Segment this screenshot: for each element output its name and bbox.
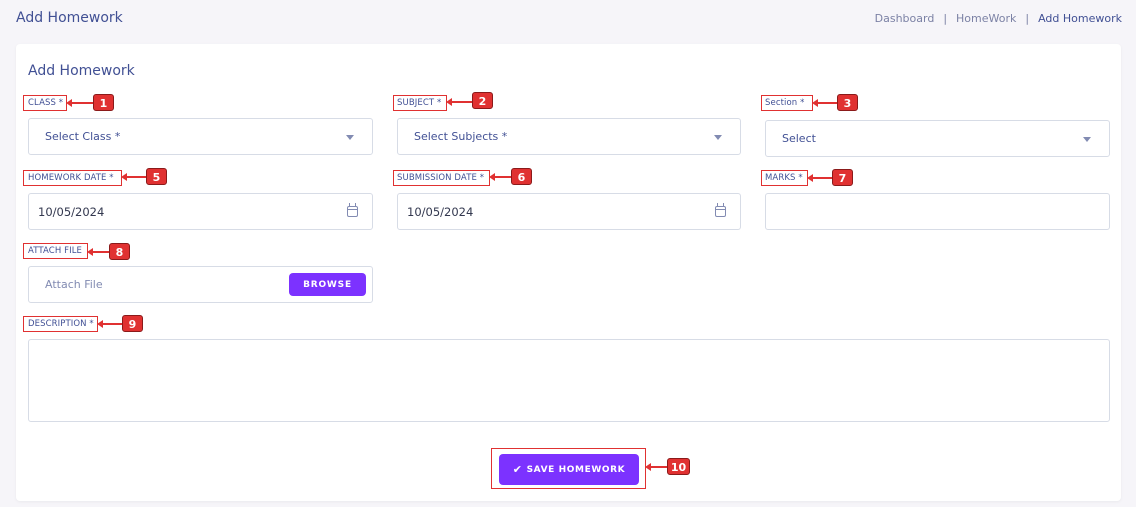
breadcrumb-dashboard[interactable]: Dashboard <box>875 12 935 25</box>
chevron-down-icon <box>714 134 722 140</box>
attach-file-input[interactable]: Attach File BROWSE <box>28 266 373 303</box>
homework-date-annotation-badge: 5 <box>146 168 167 185</box>
submission-date-label-highlight <box>393 170 490 186</box>
marks-label-highlight <box>761 170 808 186</box>
submission-date-value: 10/05/2024 <box>407 204 474 219</box>
calendar-icon[interactable] <box>347 202 358 217</box>
chevron-down-icon <box>346 134 354 140</box>
submission-date-annotation-arrow <box>489 173 512 181</box>
save-homework-label: SAVE HOMEWORK <box>526 464 626 475</box>
marks-annotation-arrow <box>807 174 832 182</box>
homework-date-annotation-arrow <box>121 173 146 181</box>
section-annotation-arrow <box>812 99 837 107</box>
save-homework-button[interactable]: ✔ SAVE HOMEWORK <box>499 454 639 485</box>
breadcrumb: Dashboard | HomeWork | Add Homework <box>875 12 1122 25</box>
class-select-value: Select Class * <box>45 130 121 143</box>
save-annotation-arrow <box>645 463 667 471</box>
breadcrumb-homework[interactable]: HomeWork <box>956 12 1016 25</box>
marks-annotation-badge: 7 <box>832 169 853 186</box>
attach-file-label-highlight <box>23 243 88 259</box>
marks-input[interactable] <box>765 193 1110 230</box>
breadcrumb-separator: | <box>943 12 948 25</box>
save-annotation-badge: 10 <box>667 458 690 475</box>
section-select[interactable]: Select <box>765 120 1110 157</box>
description-label-highlight <box>23 316 98 332</box>
class-annotation-badge: 1 <box>93 94 114 111</box>
homework-date-value: 10/05/2024 <box>38 204 105 219</box>
attach-file-annotation-arrow <box>87 248 109 256</box>
section-select-value: Select <box>782 132 816 145</box>
breadcrumb-separator: | <box>1025 12 1030 25</box>
homework-date-input[interactable]: 10/05/2024 <box>28 193 373 230</box>
description-textarea[interactable] <box>28 339 1110 422</box>
subject-label-highlight <box>393 95 447 111</box>
browse-button[interactable]: BROWSE <box>289 273 366 296</box>
subject-annotation-badge: 2 <box>472 92 493 109</box>
breadcrumb-current: Add Homework <box>1038 12 1122 25</box>
page-title: Add Homework <box>16 10 123 26</box>
class-select[interactable]: Select Class * <box>28 118 373 155</box>
check-icon: ✔ <box>512 463 523 476</box>
attach-file-annotation-badge: 8 <box>109 243 130 260</box>
homework-date-label-highlight <box>23 170 122 186</box>
submission-date-input[interactable]: 10/05/2024 <box>397 193 741 230</box>
description-annotation-badge: 9 <box>122 315 143 332</box>
class-label-highlight <box>23 95 67 111</box>
chevron-down-icon <box>1083 136 1091 142</box>
subject-select[interactable]: Select Subjects * <box>397 118 741 155</box>
subject-annotation-arrow <box>446 98 472 106</box>
subject-select-value: Select Subjects * <box>414 130 508 143</box>
top-bar: Add Homework Dashboard | HomeWork | Add Home… <box>0 0 1136 38</box>
section-annotation-badge: 3 <box>837 94 858 111</box>
form-title: Add Homework <box>28 63 135 79</box>
attach-file-placeholder: Attach File <box>45 278 103 291</box>
class-annotation-arrow <box>66 99 93 107</box>
description-annotation-arrow <box>97 320 122 328</box>
calendar-icon[interactable] <box>715 202 726 217</box>
submission-date-annotation-badge: 6 <box>511 168 532 185</box>
section-label-highlight <box>761 95 813 111</box>
